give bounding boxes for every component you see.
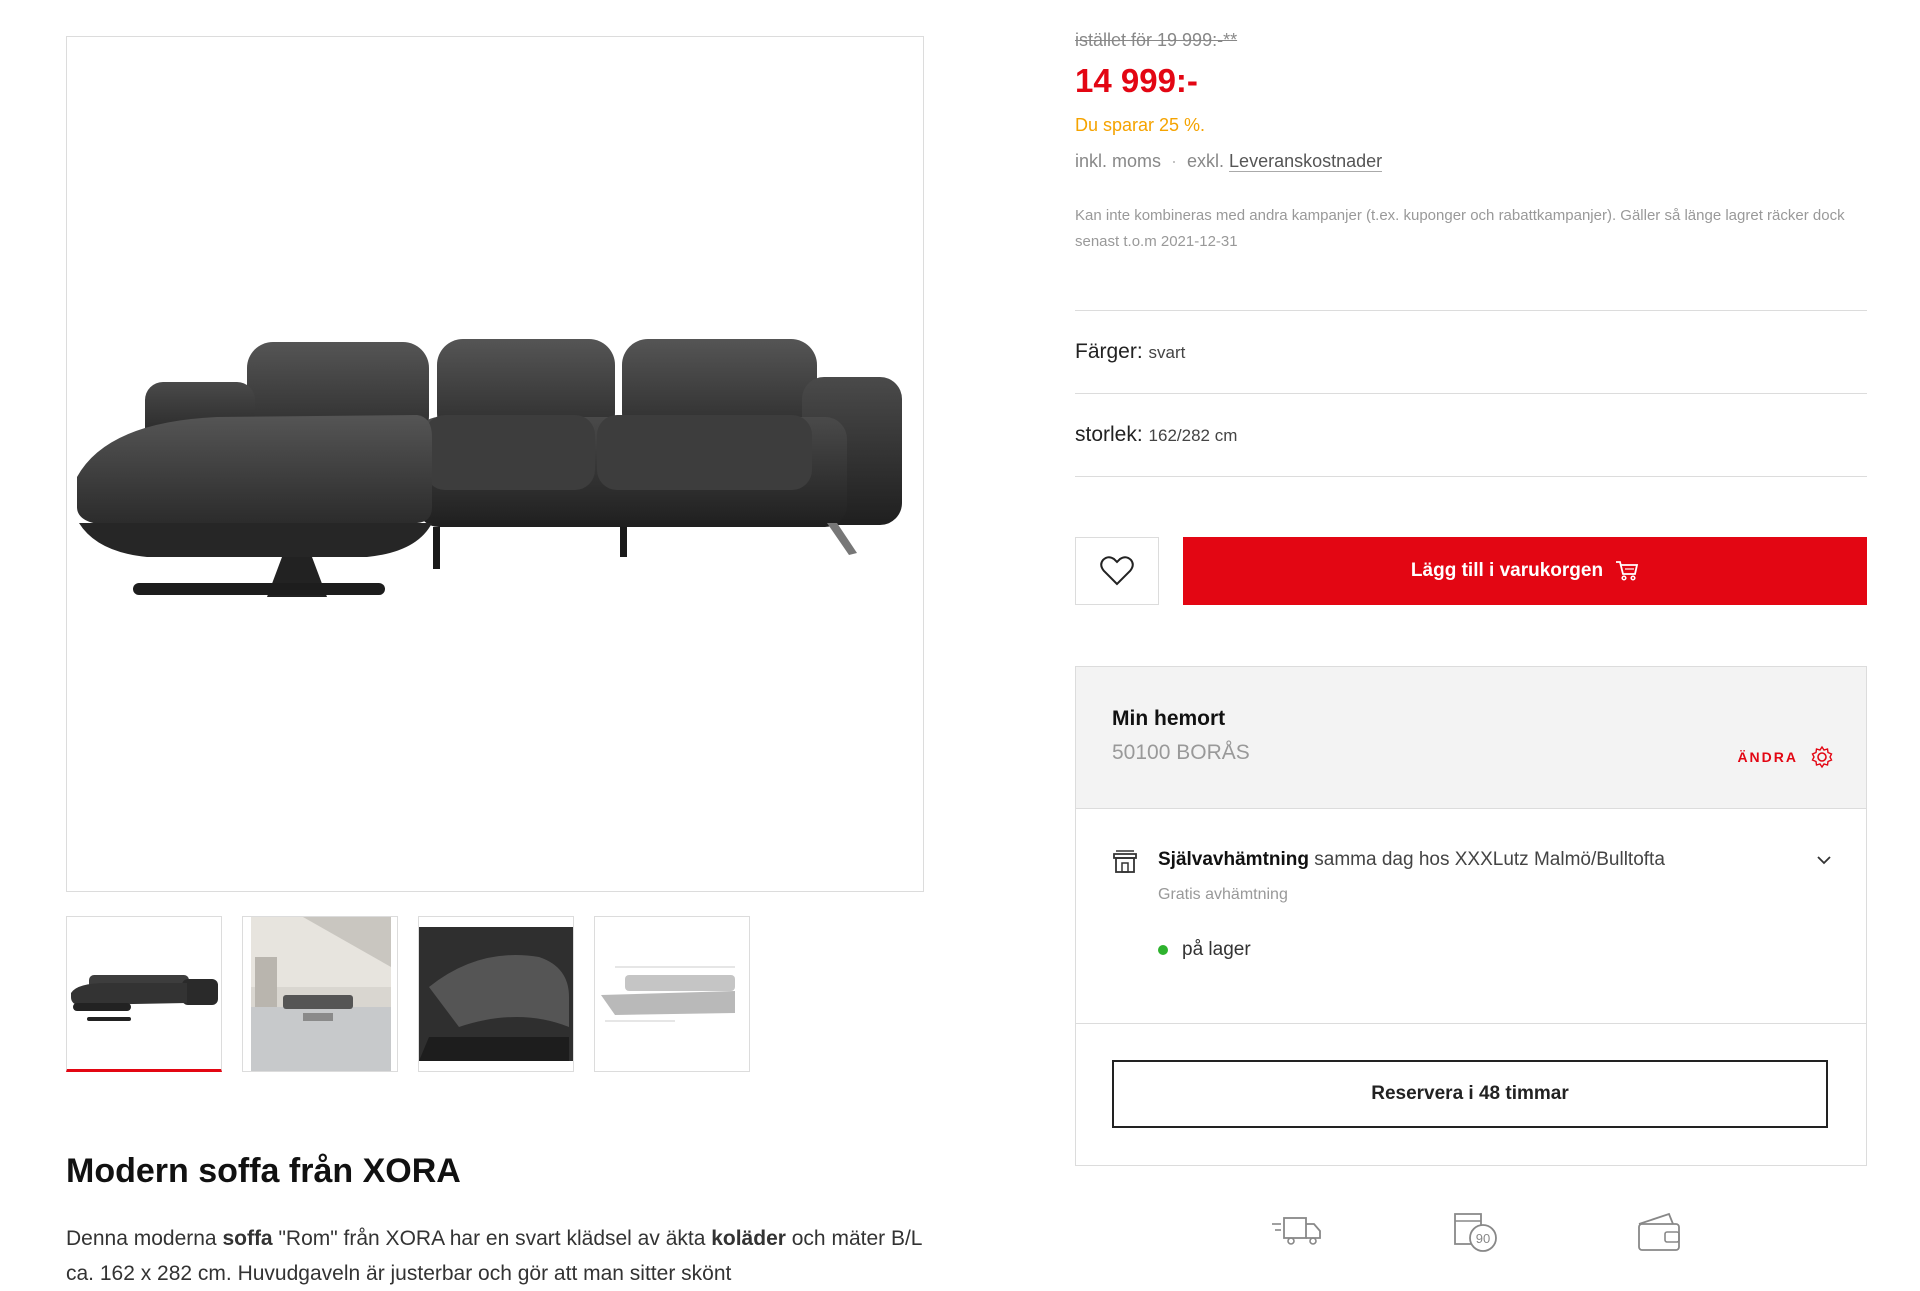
color-attribute: Färger: svart (1075, 340, 1185, 364)
color-label: Färger: (1075, 340, 1143, 363)
size-label: storlek: (1075, 423, 1143, 446)
description-text: Denna moderna (66, 1227, 223, 1250)
home-store-label: Min hemort (1112, 707, 1226, 730)
thumbnail-headrest-detail[interactable] (418, 916, 574, 1072)
change-store-link[interactable]: ÄNDRA (1737, 745, 1834, 769)
svg-text:90: 90 (1476, 1231, 1490, 1246)
tax-info: inkl. moms · exkl. Leveranskostnader (1075, 151, 1383, 172)
incl-vat-text: inkl. moms (1075, 151, 1162, 171)
living-room-thumbnail-image (251, 917, 391, 1071)
current-price: 14 999:- (1075, 62, 1198, 99)
savings-text: Du sparar 25 %. (1075, 115, 1206, 135)
delivery-costs-link[interactable]: Leveranskostnader (1229, 151, 1383, 172)
wishlist-button[interactable] (1075, 537, 1159, 605)
stock-status-label: på lager (1182, 939, 1251, 960)
in-stock-indicator (1158, 945, 1168, 955)
product-description: Denna moderna soffa "Rom" från XORA har … (66, 1221, 946, 1291)
old-price: istället för 19 999:-** (1075, 30, 1238, 50)
delivery-truck-icon (1272, 1217, 1321, 1245)
home-store-header: Min hemort 50100 BORÅS ÄNDRA (1076, 667, 1866, 809)
return-90-days-icon: 90 (1454, 1213, 1497, 1252)
campaign-disclaimer: Kan inte kombineras med andra kampanjer … (1075, 207, 1845, 250)
description-bold-sofa: soffa (222, 1227, 273, 1250)
excl-text: exkl. (1187, 151, 1225, 171)
size-attribute: storlek: 162/282 cm (1075, 423, 1237, 447)
chevron-down-icon[interactable] (1816, 855, 1832, 865)
change-store-label: ÄNDRA (1737, 749, 1798, 765)
thumbnail-living-room[interactable] (242, 916, 398, 1072)
pickup-option[interactable]: Självavhämtning samma dag hos XXXLutz Ma… (1158, 849, 1665, 871)
description-text: "Rom" från XORA har en svart klädsel av … (272, 1227, 712, 1250)
pickup-location: samma dag hos XXXLutz Malmö/Bulltofta (1314, 849, 1665, 870)
sofa-image (77, 339, 902, 597)
thumbnail-dimension-drawing[interactable] (594, 916, 750, 1072)
add-to-cart-button[interactable]: Lägg till i varukorgen (1183, 537, 1867, 605)
stock-status: på lager (1158, 939, 1251, 961)
cart-icon (1616, 561, 1639, 581)
reserve-button[interactable]: Reservera i 48 timmar (1112, 1060, 1828, 1128)
pickup-method: Självavhämtning (1158, 849, 1309, 870)
sofa-thumbnail-image (71, 975, 218, 1021)
gear-icon (1811, 745, 1833, 769)
home-store-city: 50100 BORÅS (1112, 741, 1250, 764)
divider (1075, 476, 1867, 477)
size-value: 162/282 cm (1148, 426, 1238, 445)
description-bold-material: koläder (711, 1227, 786, 1250)
divider (1075, 393, 1867, 394)
thumbnail-sofa-product[interactable] (66, 916, 222, 1072)
divider (1076, 1023, 1866, 1024)
wallet-icon (1638, 1212, 1680, 1251)
dimension-drawing-thumbnail-image (601, 966, 735, 1022)
divider (1075, 310, 1867, 311)
headrest-thumbnail-image (419, 927, 573, 1061)
store-icon (1113, 850, 1137, 873)
color-value: svart (1148, 343, 1186, 362)
add-to-cart-label: Lägg till i varukorgen (1410, 560, 1604, 581)
store-availability-box: Min hemort 50100 BORÅS ÄNDRA Självavhämt… (1075, 666, 1867, 1166)
heart-icon (1100, 556, 1134, 586)
free-pickup-text: Gratis avhämtning (1158, 886, 1288, 903)
main-product-image[interactable] (66, 36, 924, 892)
product-title: Modern soffa från XORA (66, 1152, 461, 1190)
